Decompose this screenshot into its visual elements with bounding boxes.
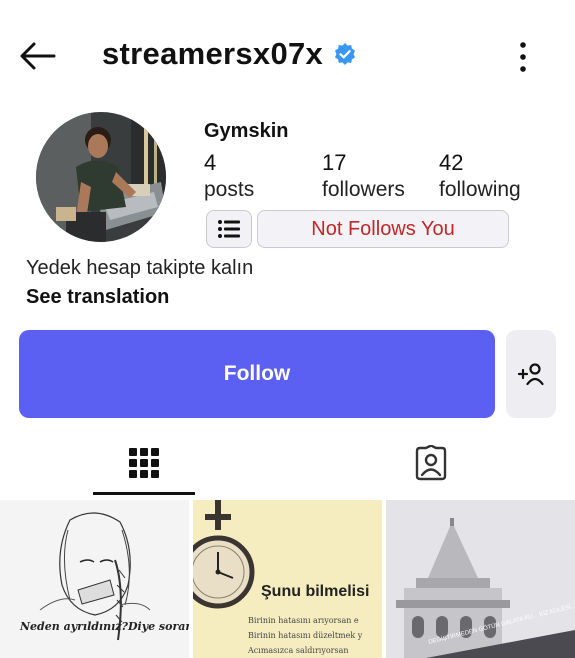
bio-text: Yedek hesap takipte kalın (26, 257, 254, 279)
follow-button[interactable]: Follow (19, 330, 495, 418)
post-title: Şunu bilmelisi (261, 583, 370, 600)
verified-badge-icon (335, 43, 356, 65)
see-translation-link[interactable]: See translation (26, 286, 169, 309)
username: streamersx07x (102, 36, 324, 71)
username-heading: streamersx07x (102, 36, 357, 72)
profile-tabs (0, 432, 575, 496)
list-menu-button[interactable] (206, 210, 252, 248)
post-text-line: Birinin hatasını düzeltmek y (248, 631, 363, 640)
tab-grid[interactable] (93, 432, 195, 494)
grid-icon (129, 448, 159, 478)
top-bar: streamersx07x (0, 28, 575, 84)
post-text-line: Acımasızca saldırıyorsan (248, 646, 349, 655)
post-tower-image (386, 500, 575, 658)
posts-stat: 4 posts (204, 150, 254, 202)
post-thumbnail[interactable]: Neden ayrıldınız?Diye soranlara (0, 500, 189, 658)
profile-avatar[interactable] (36, 112, 166, 242)
post-thumbnail[interactable]: DEĞİŞTİRMEDEN GÖTÜN GALATA KU... KIZ KUL… (386, 500, 575, 658)
post-sketch-image (39, 512, 151, 641)
following-count: 42 (439, 150, 464, 175)
add-person-icon (517, 363, 544, 386)
post-caption: Neden ayrıldınız?Diye soranlara (20, 620, 189, 633)
active-tab-indicator (93, 492, 195, 495)
posts-count: 4 (204, 150, 217, 175)
not-follows-you-badge: Not Follows You (257, 210, 509, 248)
vertical-dots-icon[interactable] (509, 40, 537, 74)
tab-tagged[interactable] (380, 432, 482, 494)
followers-label: followers (322, 178, 405, 201)
following-label: following (439, 178, 521, 201)
avatar-photo (36, 112, 166, 242)
followers-stat[interactable]: 17 followers (322, 150, 405, 202)
posts-label: posts (204, 178, 255, 201)
posts-grid: Neden ayrıldınız?Diye soranlara Şunu bil… (0, 500, 575, 658)
display-name: Gymskin (204, 120, 289, 142)
following-stat[interactable]: 42 following (439, 150, 521, 202)
list-icon (218, 220, 240, 238)
followers-count: 17 (322, 150, 347, 175)
post-thumbnail[interactable]: Şunu bilmelisi Birinin hatasını arıyorsa… (193, 500, 382, 658)
suggested-users-button[interactable] (506, 330, 556, 418)
post-text-line: Birinin hatasını arıyorsan e (248, 616, 359, 625)
tagged-person-icon (415, 445, 447, 481)
arrow-left-icon[interactable] (18, 40, 58, 72)
